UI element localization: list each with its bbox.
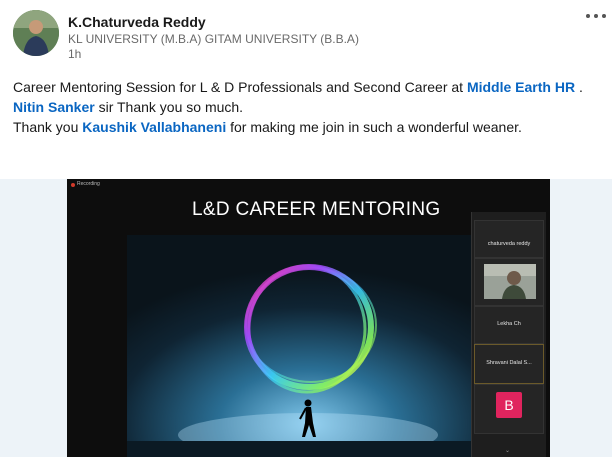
post-body: Career Mentoring Session for L & D Profe… (13, 77, 603, 137)
post-text: . (575, 79, 583, 95)
more-horizontal-icon (586, 14, 590, 18)
post-image[interactable]: Recording L&D CAREER MENTORING chaturved… (0, 179, 612, 457)
slide-illustration (127, 235, 489, 457)
recording-label: Recording (77, 181, 100, 187)
mention-kaushik-vallabhaneni[interactable]: Kaushik Vallabhaneni (82, 119, 226, 135)
post-text: Thank you (13, 119, 83, 135)
participant-tile: chaturveda reddy (474, 220, 544, 258)
more-options-button[interactable] (584, 6, 608, 26)
slide-title: L&D CAREER MENTORING (192, 199, 441, 220)
post-header: K.Chaturveda Reddy KL UNIVERSITY (M.B.A)… (0, 0, 612, 70)
post-line-3: Thank you Kaushik Vallabhaneni for makin… (13, 117, 603, 137)
post-text: sir Thank you so much. (94, 99, 244, 115)
more-dot (602, 14, 606, 18)
author-avatar[interactable] (13, 10, 59, 56)
post-line-2: Nitin Sanker sir Thank you so much. (13, 97, 603, 117)
participant-video (484, 264, 536, 299)
participant-name: chaturveda reddy (487, 241, 531, 247)
recording-icon (71, 183, 75, 187)
mention-middle-earth-hr[interactable]: Middle Earth HR (467, 79, 575, 95)
post-line-1: Career Mentoring Session for L & D Profe… (13, 77, 603, 97)
participants-panel: chaturveda reddy Lekha Ch Shravani Dalal… (471, 212, 546, 457)
post-text: for making me join in such a wonderful w… (226, 119, 522, 135)
post-timestamp: 1h (68, 47, 82, 61)
participant-tile-video (474, 258, 544, 306)
participant-name: Shravani Dalal S... (486, 360, 532, 366)
participant-tile: B (474, 384, 544, 434)
post-text: Career Mentoring Session for L & D Profe… (13, 79, 467, 95)
mention-nitin-sanker[interactable]: Nitin Sanker (13, 99, 95, 115)
meeting-screenshot: Recording L&D CAREER MENTORING chaturved… (67, 179, 550, 457)
author-name[interactable]: K.Chaturveda Reddy (68, 14, 206, 30)
more-dot (594, 14, 598, 18)
participant-tile-active: Shravani Dalal S... (474, 344, 544, 384)
participant-avatar: B (496, 392, 522, 418)
participant-name: Lekha Ch (497, 321, 521, 327)
chevron-down-icon[interactable]: ⌄ (505, 447, 510, 454)
participant-tile: Lekha Ch (474, 306, 544, 344)
author-headline: KL UNIVERSITY (M.B.A) GITAM UNIVERSITY (… (68, 32, 359, 46)
